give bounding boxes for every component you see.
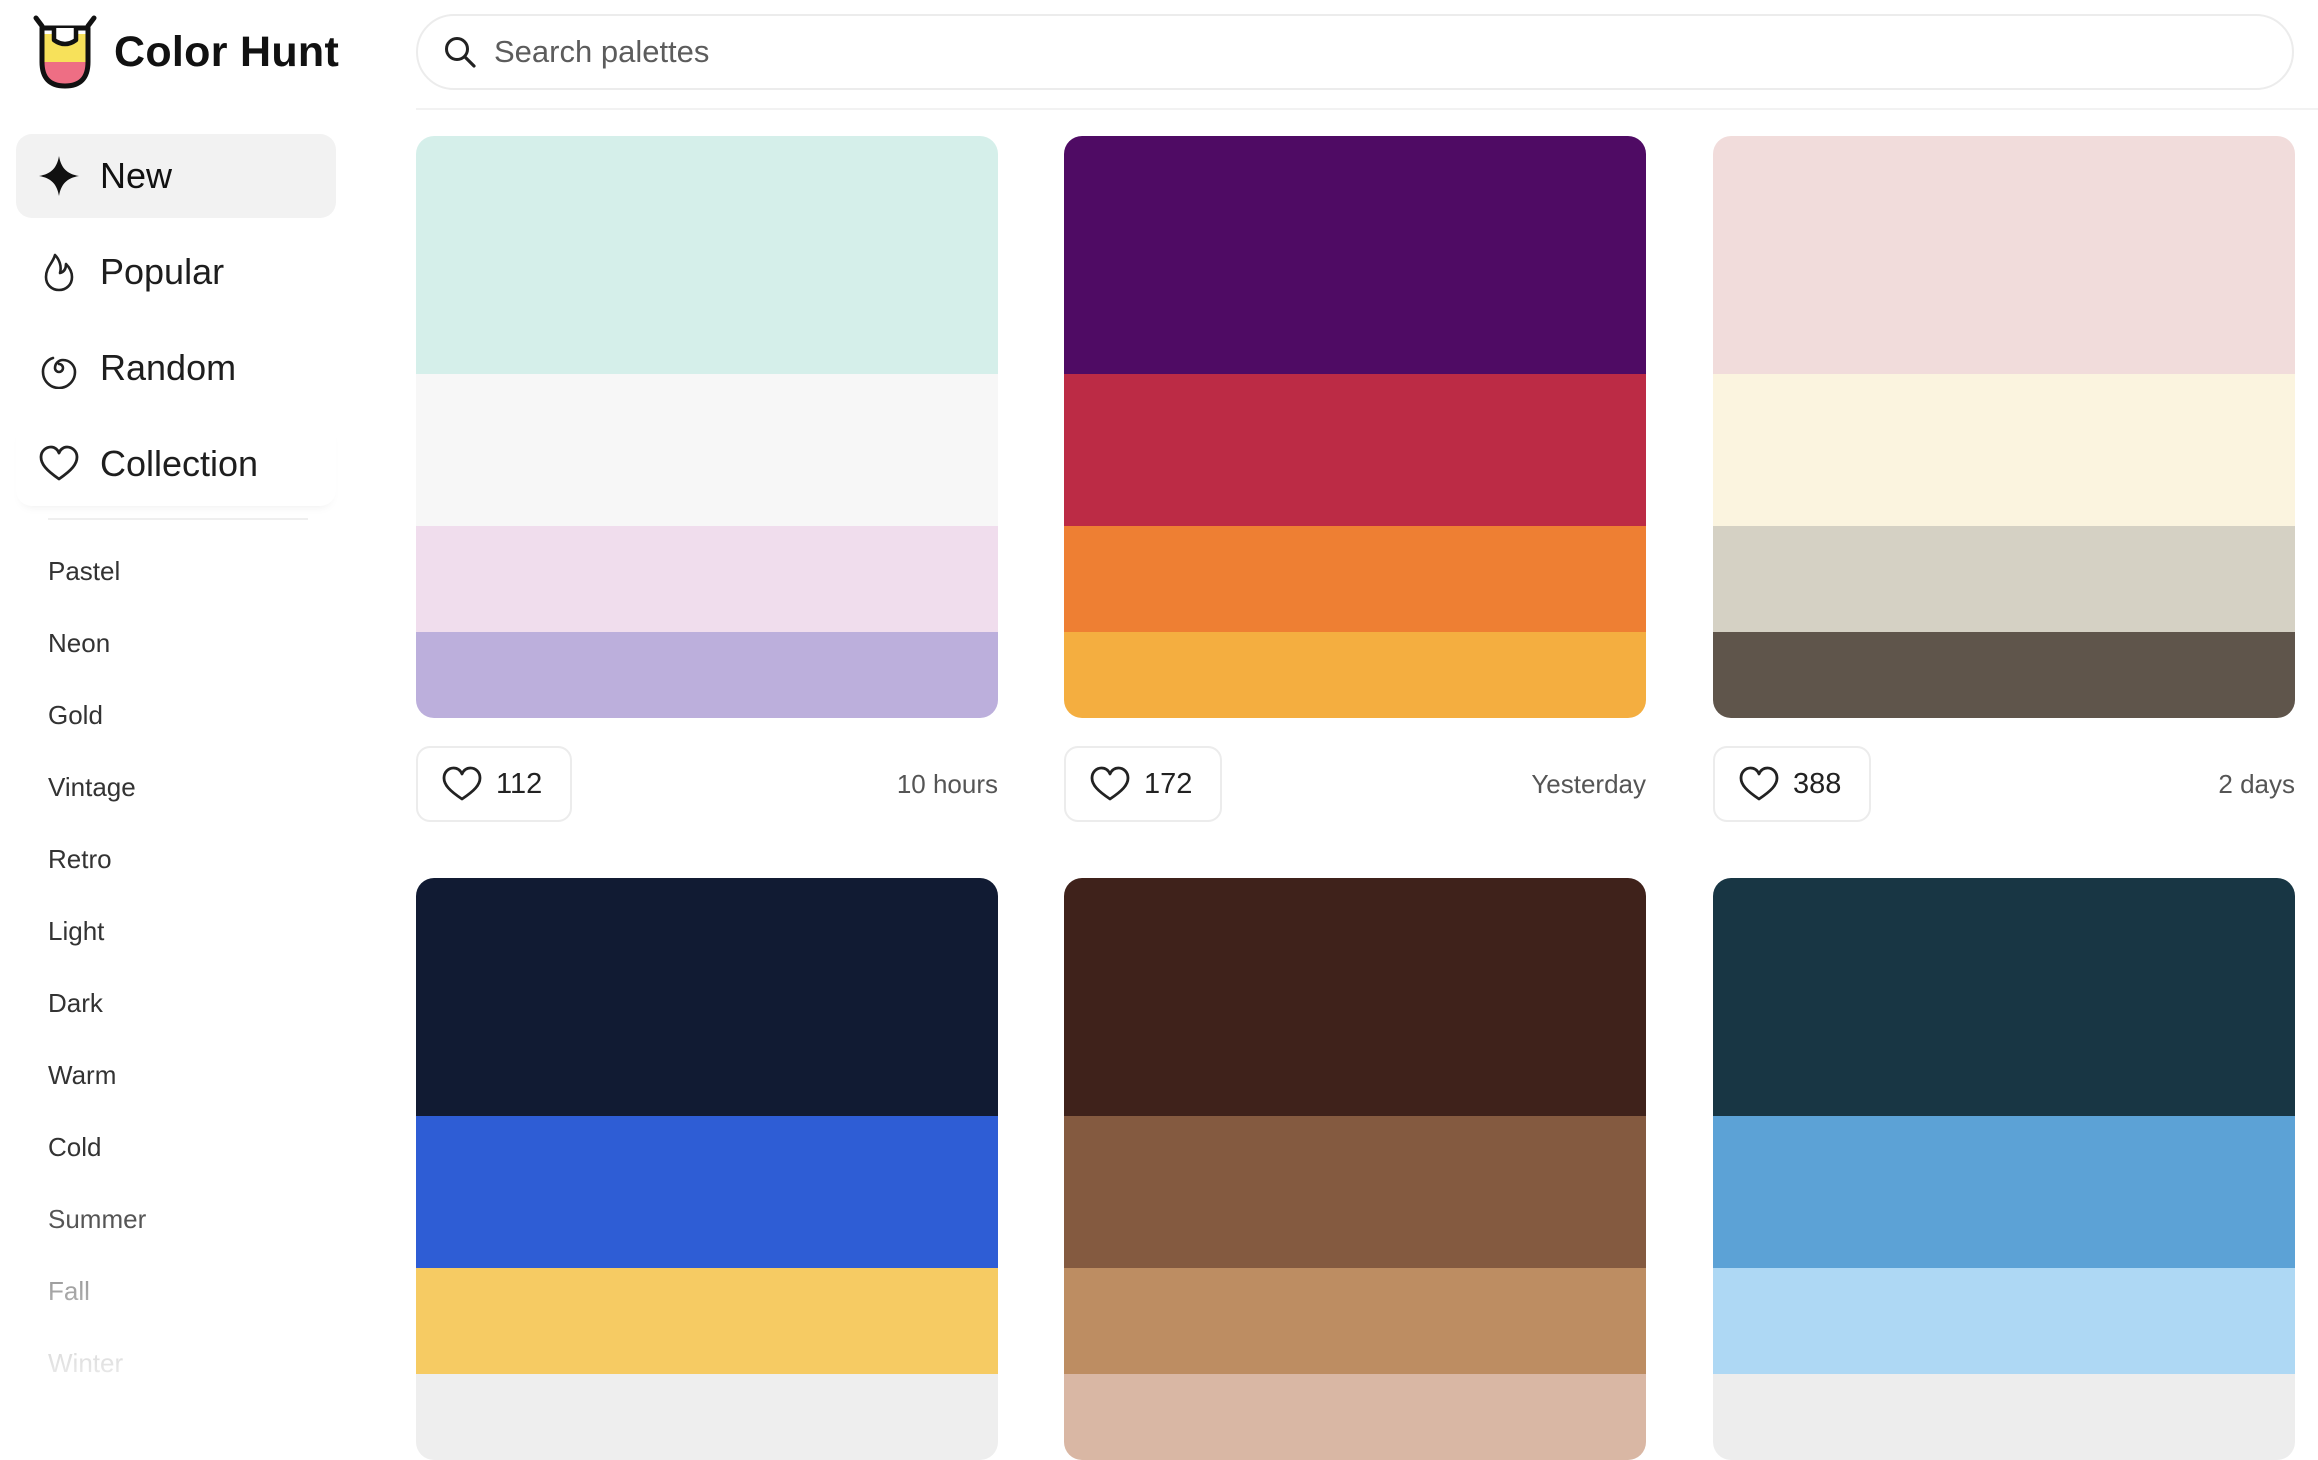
like-count: 172	[1144, 767, 1193, 800]
like-count: 388	[1793, 767, 1842, 800]
search-icon	[445, 37, 476, 68]
header: Color Hunt	[0, 0, 2318, 110]
sidebar-divider	[48, 518, 308, 520]
color-swatch[interactable]	[1064, 878, 1646, 1116]
logo-icon	[33, 15, 97, 89]
palette[interactable]	[1064, 136, 1646, 718]
tag-pastel[interactable]: Pastel	[48, 556, 120, 587]
tag-fall[interactable]: Fall	[48, 1276, 90, 1307]
app-name: Color Hunt	[114, 27, 340, 76]
heart-icon	[1090, 766, 1130, 801]
search-input[interactable]	[492, 33, 2192, 71]
tag-dark[interactable]: Dark	[48, 988, 103, 1019]
color-swatch[interactable]	[1713, 1268, 2295, 1374]
color-swatch[interactable]	[416, 1374, 998, 1460]
like-count: 112	[496, 767, 543, 800]
like-button[interactable]: 388	[1713, 746, 1872, 822]
spiral-icon	[41, 356, 77, 389]
nav-new[interactable]: New	[16, 134, 336, 218]
nav-random[interactable]: Random	[16, 326, 336, 410]
color-swatch[interactable]	[1713, 1374, 2295, 1460]
color-swatch[interactable]	[1064, 1116, 1646, 1268]
nav-label-popular: Popular	[100, 251, 225, 292]
color-swatch[interactable]	[1713, 878, 2295, 1116]
logo[interactable]: Color Hunt	[30, 14, 339, 90]
palette-meta: 388 2 days	[1713, 746, 2295, 822]
color-swatch[interactable]	[1064, 526, 1646, 632]
color-swatch[interactable]	[1064, 374, 1646, 526]
palette-card	[1064, 878, 1646, 1460]
tag-gold[interactable]: Gold	[48, 700, 103, 731]
palette[interactable]	[1064, 878, 1646, 1460]
tag-summer[interactable]: Summer	[48, 1204, 146, 1235]
like-button[interactable]: 172	[1064, 746, 1223, 822]
tag-vintage[interactable]: Vintage	[48, 772, 136, 803]
search-bar[interactable]	[416, 14, 2294, 90]
palette-meta: 112 10 hours	[416, 746, 998, 822]
palette-card	[416, 878, 998, 1460]
color-swatch[interactable]	[416, 878, 998, 1116]
palette-time: 10 hours	[896, 769, 998, 799]
nav-popular[interactable]: Popular	[16, 230, 336, 314]
heart-icon	[39, 445, 79, 481]
palette-card: 172 Yesterday	[1064, 136, 1646, 822]
color-swatch[interactable]	[1713, 136, 2295, 374]
color-swatch[interactable]	[1713, 1116, 2295, 1268]
heart-icon	[1739, 766, 1779, 801]
color-swatch[interactable]	[1713, 526, 2295, 632]
palette-card: 388 2 days	[1713, 136, 2295, 822]
palette-meta: 172 Yesterday	[1064, 746, 1646, 822]
color-swatch[interactable]	[1713, 374, 2295, 526]
color-swatch[interactable]	[1064, 1374, 1646, 1460]
tag-cold[interactable]: Cold	[48, 1132, 101, 1163]
nav-label-new: New	[100, 155, 173, 196]
color-swatch[interactable]	[416, 526, 998, 632]
color-swatch[interactable]	[416, 632, 998, 718]
like-button[interactable]: 112	[416, 746, 573, 822]
color-swatch[interactable]	[416, 374, 998, 526]
palette[interactable]	[1713, 878, 2295, 1460]
palette-card: 112 10 hours	[416, 136, 998, 822]
tag-warm[interactable]: Warm	[48, 1060, 116, 1091]
nav-label-collection: Collection	[100, 443, 259, 484]
palette[interactable]	[416, 136, 998, 718]
tag-light[interactable]: Light	[48, 916, 104, 947]
palette[interactable]	[416, 878, 998, 1460]
tag-retro[interactable]: Retro	[48, 844, 112, 875]
color-swatch[interactable]	[1064, 1268, 1646, 1374]
heart-icon	[442, 766, 482, 801]
color-swatch[interactable]	[416, 1116, 998, 1268]
color-swatch[interactable]	[1064, 632, 1646, 718]
sparkle-icon	[39, 156, 79, 196]
nav-collection[interactable]: Collection	[16, 422, 336, 506]
palette[interactable]	[1713, 136, 2295, 718]
color-swatch[interactable]	[416, 136, 998, 374]
palette-time: 2 days	[2218, 769, 2295, 799]
header-divider	[416, 108, 2318, 110]
nav-label-random: Random	[100, 347, 237, 388]
tag-winter[interactable]: Winter	[48, 1348, 123, 1379]
flame-icon	[44, 253, 74, 292]
sidebar: New Popular Random Collection Pastel Neo…	[0, 110, 360, 1394]
color-swatch[interactable]	[1713, 632, 2295, 718]
palette-time: Yesterday	[1531, 769, 1646, 799]
palette-card	[1713, 878, 2295, 1460]
color-swatch[interactable]	[416, 1268, 998, 1374]
tag-neon[interactable]: Neon	[48, 628, 110, 659]
color-swatch[interactable]	[1064, 136, 1646, 374]
